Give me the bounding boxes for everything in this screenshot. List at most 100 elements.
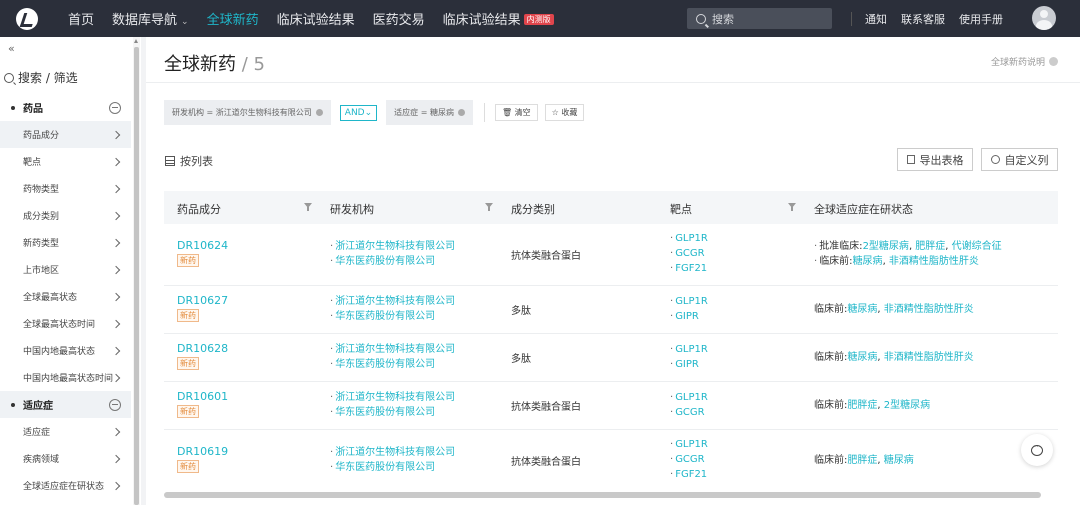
target-link[interactable]: · GCGR: [670, 405, 708, 420]
org-link[interactable]: · 华东医药股份有限公司: [330, 460, 455, 475]
collapse-group-icon[interactable]: [109, 101, 121, 114]
sidebar-group-drug[interactable]: 药品: [0, 94, 131, 121]
target-link[interactable]: · FGF21: [670, 467, 708, 482]
help-link[interactable]: 全球新药说明: [991, 55, 1058, 68]
new-drug-tag: 新药: [177, 405, 199, 418]
table-row[interactable]: DR10628 新药 · 浙江道尔生物科技有限公司 · 华东医药股份有限公司 多肽 · G…: [164, 334, 1058, 382]
target-link[interactable]: · FGF21: [670, 261, 708, 276]
filter-icon[interactable]: [304, 203, 312, 211]
nav-home[interactable]: 首页: [68, 9, 94, 28]
manual-link[interactable]: 使用手册: [959, 11, 1003, 27]
filter-icon[interactable]: [788, 203, 796, 211]
org-link[interactable]: · 浙江道尔生物科技有限公司: [330, 294, 455, 309]
sidebar-search-filter[interactable]: 搜索 / 筛选: [4, 69, 78, 86]
sidebar-item-disease-area[interactable]: 疾病领域: [0, 445, 131, 472]
filter-chip-org[interactable]: 研发机构 = 浙江道尔生物科技有限公司: [164, 100, 331, 125]
collapse-group-icon[interactable]: [109, 398, 121, 411]
table-row[interactable]: DR10601 新药 · 浙江道尔生物科技有限公司 · 华东医药股份有限公司 抗体类融合…: [164, 382, 1058, 430]
favorite-button[interactable]: ☆ 收藏: [544, 104, 585, 121]
collapse-sidebar-icon[interactable]: «: [8, 42, 15, 55]
target-link[interactable]: · GLP1R: [670, 390, 708, 405]
drug-id-link[interactable]: DR10619: [177, 445, 228, 458]
sidebar-item-drug-type[interactable]: 药物类型: [0, 175, 131, 202]
indication-link[interactable]: 非酒精性脂肪性肝炎: [889, 256, 979, 267]
indication-link[interactable]: 肥胖症: [847, 400, 877, 411]
sidebar-item-china-highest-status-time[interactable]: 中国内地最高状态时间: [0, 364, 131, 391]
indication-link[interactable]: 糖尿病: [853, 256, 883, 267]
indication-link[interactable]: 2型糖尿病: [884, 400, 930, 411]
org-link[interactable]: · 浙江道尔生物科技有限公司: [330, 342, 455, 357]
support-link[interactable]: 联系客服: [901, 11, 945, 27]
org-link[interactable]: · 华东医药股份有限公司: [330, 405, 455, 420]
indication-link[interactable]: 非酒精性脂肪性肝炎: [884, 304, 974, 315]
notifications-link[interactable]: 通知: [865, 11, 887, 27]
nav-global-drugs[interactable]: 全球新药: [207, 9, 259, 28]
indication-link[interactable]: 非酒精性脂肪性肝炎: [884, 352, 974, 363]
target-link[interactable]: · GLP1R: [670, 294, 708, 309]
table-row[interactable]: DR10627 新药 · 浙江道尔生物科技有限公司 · 华东医药股份有限公司 多肽 · G…: [164, 286, 1058, 334]
target-link[interactable]: · GIPR: [670, 309, 708, 324]
chat-support-button[interactable]: [1021, 434, 1053, 466]
sidebar-item-china-highest-status[interactable]: 中国内地最高状态: [0, 337, 131, 364]
sidebar-item-indication[interactable]: 适应症: [0, 418, 131, 445]
indication-link[interactable]: 2型糖尿病: [863, 241, 909, 252]
indication-link[interactable]: 糖尿病: [847, 352, 877, 363]
logic-operator-select[interactable]: AND ⌄: [339, 104, 378, 121]
sidebar-item-new-drug-type[interactable]: 新药类型: [0, 229, 131, 256]
nav-database-label: 数据库导航: [112, 13, 178, 28]
org-link[interactable]: · 华东医药股份有限公司: [330, 309, 455, 324]
logo-icon[interactable]: [16, 7, 38, 30]
sidebar-item-drug-ingredient[interactable]: 药品成分: [0, 121, 131, 148]
sidebar-group-indication[interactable]: 适应症: [0, 391, 131, 418]
col-header-target: 靶点: [670, 203, 692, 216]
table-horizontal-scrollbar[interactable]: [164, 492, 1041, 498]
indication-link[interactable]: 糖尿病: [884, 455, 914, 466]
drug-id-link[interactable]: DR10628: [177, 342, 228, 355]
target-link[interactable]: · GLP1R: [670, 437, 708, 452]
clear-filters-button[interactable]: 🗑 清空: [494, 104, 538, 121]
nav-database[interactable]: 数据库导航 ⌄: [112, 9, 189, 28]
search-input[interactable]: 搜索: [687, 8, 832, 29]
filter-chip-indication[interactable]: 适应症 = 糖尿病: [386, 100, 473, 125]
sidebar-item-global-highest-status-time[interactable]: 全球最高状态时间: [0, 310, 131, 337]
avatar[interactable]: [1032, 6, 1056, 30]
table-row[interactable]: DR10619 新药 · 浙江道尔生物科技有限公司 · 华东医药股份有限公司 抗体类融合…: [164, 430, 1058, 492]
indication-link[interactable]: 肥胖症: [915, 241, 945, 252]
drug-id-link[interactable]: DR10624: [177, 239, 228, 252]
filter-chip-label: 研发机构 = 浙江道尔生物科技有限公司: [172, 108, 312, 117]
export-table-button[interactable]: 导出表格: [897, 148, 973, 171]
nav-deals[interactable]: 医药交易: [373, 9, 425, 28]
custom-columns-button[interactable]: 自定义列: [981, 148, 1058, 171]
view-list-toggle[interactable]: 按列表: [165, 153, 213, 169]
target-link[interactable]: · GIPR: [670, 357, 708, 372]
org-link[interactable]: · 华东医药股份有限公司: [330, 254, 455, 269]
indication-link[interactable]: 肥胖症: [847, 455, 877, 466]
target-link[interactable]: · GCGR: [670, 246, 708, 261]
remove-filter-icon[interactable]: [315, 109, 323, 116]
org-link[interactable]: · 浙江道尔生物科技有限公司: [330, 445, 455, 460]
sidebar-item-global-indication-status[interactable]: 全球适应症在研状态: [0, 472, 131, 499]
nav-clinical-results-beta[interactable]: 临床试验结果 内测版: [443, 9, 554, 28]
org-link[interactable]: · 浙江道尔生物科技有限公司: [330, 390, 455, 405]
category-cell: 多肽: [511, 354, 531, 365]
sidebar-item-market-region[interactable]: 上市地区: [0, 256, 131, 283]
table-row[interactable]: DR10624 新药 · 浙江道尔生物科技有限公司 · 华东医药股份有限公司 抗体类融合…: [164, 224, 1058, 286]
target-link[interactable]: · GLP1R: [670, 342, 708, 357]
indication-link[interactable]: 代谢综合征: [952, 241, 1002, 252]
target-link[interactable]: · GLP1R: [670, 231, 708, 246]
indication-link[interactable]: 糖尿病: [847, 304, 877, 315]
org-link[interactable]: · 华东医药股份有限公司: [330, 357, 455, 372]
scroll-up-icon[interactable]: [134, 39, 138, 43]
sidebar-item-ingredient-category[interactable]: 成分类别: [0, 202, 131, 229]
sidebar-item-target[interactable]: 靶点: [0, 148, 131, 175]
remove-filter-icon[interactable]: [457, 109, 465, 116]
org-link[interactable]: · 浙江道尔生物科技有限公司: [330, 239, 455, 254]
drug-id-link[interactable]: DR10627: [177, 294, 228, 307]
nav-clinical-results[interactable]: 临床试验结果: [277, 9, 355, 28]
sidebar-item-global-highest-status[interactable]: 全球最高状态: [0, 283, 131, 310]
target-cell: · GLP1R · GIPR: [670, 342, 708, 372]
drug-id-link[interactable]: DR10601: [177, 390, 228, 403]
sidebar-scroll-thumb[interactable]: [134, 47, 139, 505]
target-link[interactable]: · GCGR: [670, 452, 708, 467]
filter-icon[interactable]: [485, 203, 493, 211]
